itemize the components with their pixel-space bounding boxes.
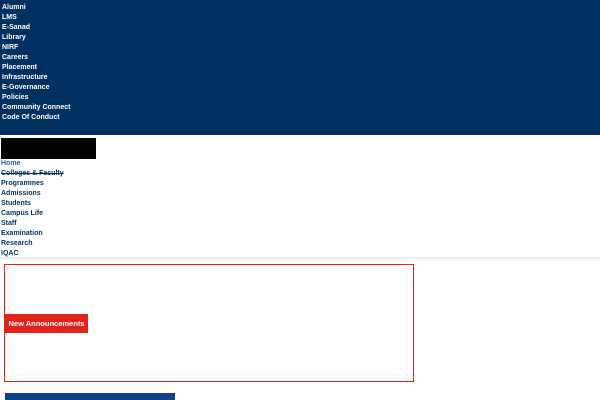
nav-item-campus-life[interactable]: Campus Life bbox=[1, 209, 64, 219]
nav-item-admissions[interactable]: Admissions bbox=[1, 189, 64, 199]
top-link-code-of-conduct[interactable]: Code Of Conduct bbox=[2, 113, 600, 123]
new-announcements-label[interactable]: New Announcements bbox=[5, 314, 88, 333]
top-link-lms[interactable]: LMS bbox=[2, 13, 600, 23]
nav-item-staff[interactable]: Staff bbox=[1, 219, 64, 229]
top-link-e-sanad[interactable]: E-Sanad bbox=[2, 23, 600, 33]
nav-item-students[interactable]: Students bbox=[1, 199, 64, 209]
nav-item-examination[interactable]: Examination bbox=[1, 229, 64, 239]
top-utility-bar: Alumni LMS E-Sanad Library NIRF Careers … bbox=[0, 0, 600, 135]
nav-item-colleges-faculty[interactable]: Colleges & Faculty bbox=[1, 169, 64, 179]
nav-item-programmes[interactable]: Programmes bbox=[1, 179, 64, 189]
top-link-library[interactable]: Library bbox=[2, 33, 600, 43]
top-link-e-governance[interactable]: E-Governance bbox=[2, 83, 600, 93]
top-link-placement[interactable]: Placement bbox=[2, 63, 600, 73]
top-link-policies[interactable]: Policies bbox=[2, 93, 600, 103]
nav-item-research[interactable]: Research bbox=[1, 239, 64, 249]
nav-item-home[interactable]: Home bbox=[1, 159, 64, 169]
top-link-alumni[interactable]: Alumni bbox=[2, 3, 600, 13]
nav-divider bbox=[0, 257, 600, 261]
main-nav: Home Colleges & Faculty Programmes Admis… bbox=[1, 159, 64, 259]
top-link-community-connect[interactable]: Community Connect bbox=[2, 103, 600, 113]
top-link-infrastructure[interactable]: Infrastructure bbox=[2, 73, 600, 83]
site-logo[interactable] bbox=[1, 138, 96, 159]
top-links-list: Alumni LMS E-Sanad Library NIRF Careers … bbox=[0, 0, 600, 123]
top-link-careers[interactable]: Careers bbox=[2, 53, 600, 63]
top-link-nirf[interactable]: NIRF bbox=[2, 43, 600, 53]
bottom-banner-bar bbox=[5, 393, 175, 400]
